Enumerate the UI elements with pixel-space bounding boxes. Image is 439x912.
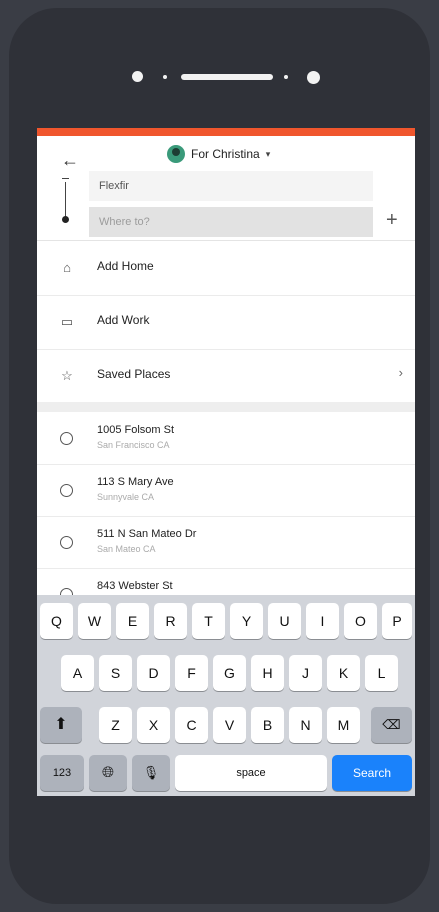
microphone-icon[interactable]: 🎙︎ [132,755,170,791]
key-a[interactable]: A [61,655,94,691]
recent-title: 113 S Mary Ave [97,476,174,488]
speaker-grill [181,74,273,80]
key-u[interactable]: U [268,603,301,639]
key-d[interactable]: D [137,655,170,691]
clock-icon [60,432,73,445]
key-c[interactable]: C [175,707,208,743]
key-q[interactable]: Q [40,603,73,639]
key-b[interactable]: B [251,707,284,743]
ios-keyboard: Q W E R T Y U I O P A S D F G H J K L ⬆ … [37,595,415,796]
sensor-dot [163,75,167,79]
key-l[interactable]: L [365,655,398,691]
route-line [65,182,66,218]
recent-subtitle: Sunnyvale CA [97,492,155,502]
key-w[interactable]: W [78,603,111,639]
key-z[interactable]: Z [99,707,132,743]
key-j[interactable]: J [289,655,322,691]
key-m[interactable]: M [327,707,360,743]
recent-title: 843 Webster St [97,580,173,592]
recent-subtitle: San Mateo CA [97,544,156,554]
recent-place-row[interactable]: 511 N San Mateo Dr San Mateo CA [37,516,415,569]
key-s[interactable]: S [99,655,132,691]
globe-icon[interactable]: 🌐︎ [89,755,127,791]
rider-selector[interactable]: For Christina ▾ [167,144,270,164]
recent-title: 1005 Folsom St [97,424,175,436]
rider-label: For Christina [191,147,260,161]
key-g[interactable]: G [213,655,246,691]
menu-label: Add Work [97,313,150,327]
section-divider [37,402,415,412]
menu-label: Saved Places [97,367,171,381]
chevron-right-icon: › [398,365,403,380]
avatar [167,145,185,163]
key-k[interactable]: K [327,655,360,691]
clock-icon [60,484,73,497]
add-stop-icon[interactable]: + [386,209,398,232]
saved-places-row[interactable]: ☆ Saved Places › [37,349,415,404]
home-icon: ⌂ [63,260,71,275]
key-p[interactable]: P [382,603,412,639]
backspace-icon[interactable]: ⌫ [371,707,412,743]
key-f[interactable]: F [175,655,208,691]
recent-subtitle: San Francisco CA [97,440,170,450]
star-icon: ☆ [61,368,73,383]
key-t[interactable]: T [192,603,225,639]
app-screen: ← For Christina ▾ Flexfir Where to? + ⌂ … [37,128,415,796]
sensor-dot [284,75,288,79]
recent-title: 511 N San Mateo Dr [97,528,197,540]
key-n[interactable]: N [289,707,322,743]
numbers-key[interactable]: 123 [40,755,84,791]
key-v[interactable]: V [213,707,246,743]
key-o[interactable]: O [344,603,377,639]
status-bar [37,128,415,136]
pickup-field[interactable]: Flexfir [89,171,373,201]
key-r[interactable]: R [154,603,187,639]
recent-place-row[interactable]: 113 S Mary Ave Sunnyvale CA [37,464,415,517]
key-x[interactable]: X [137,707,170,743]
key-y[interactable]: Y [230,603,263,639]
shift-icon[interactable]: ⬆ [40,707,82,743]
route-start-marker [62,178,69,179]
phone-speaker [0,70,439,84]
camera-dot [307,71,320,84]
chevron-down-icon: ▾ [265,148,271,159]
space-key[interactable]: space [175,755,327,791]
key-i[interactable]: I [306,603,339,639]
search-key[interactable]: Search [332,755,412,791]
destination-header: ← For Christina ▾ Flexfir Where to? + [37,136,415,241]
menu-label: Add Home [97,259,154,273]
add-work-row[interactable]: ▭ Add Work [37,295,415,350]
key-h[interactable]: H [251,655,284,691]
clock-icon [60,536,73,549]
key-e[interactable]: E [116,603,149,639]
recent-place-row[interactable]: 1005 Folsom St San Francisco CA [37,412,415,465]
arrow-left-icon[interactable]: ← [61,150,79,171]
route-end-marker [62,216,69,223]
destination-field[interactable]: Where to? [89,207,373,237]
add-home-row[interactable]: ⌂ Add Home [37,241,415,296]
briefcase-icon: ▭ [60,314,74,329]
camera-dot [132,71,143,82]
